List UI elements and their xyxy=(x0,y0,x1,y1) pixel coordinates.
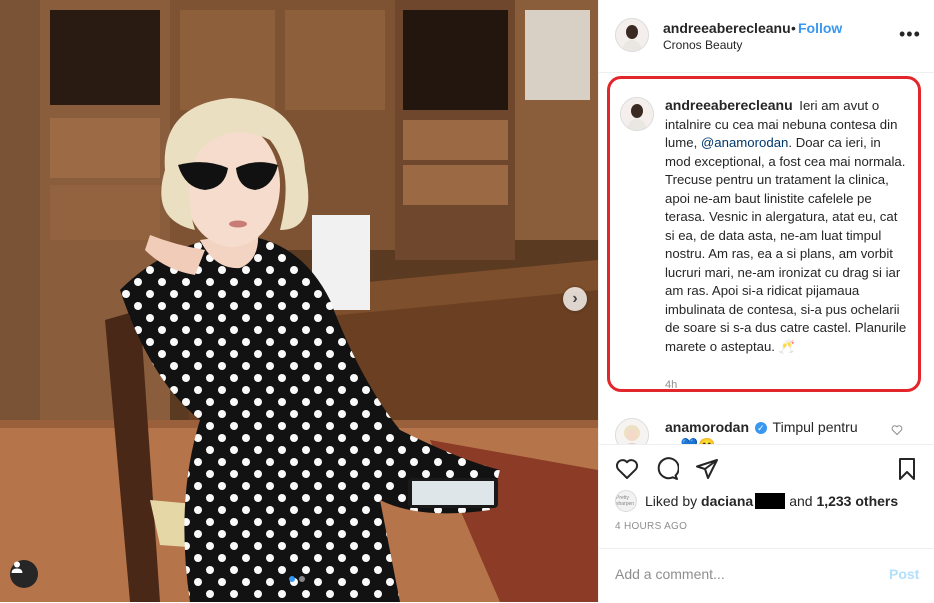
caption-mention-link[interactable]: @anamorodan xyxy=(701,135,788,150)
toast-emoji: 🥂 xyxy=(778,338,796,354)
comment-icon[interactable] xyxy=(655,457,679,481)
others-likes-link[interactable]: 1,233 others xyxy=(816,493,898,509)
add-comment-bar: Add a comment... Post xyxy=(599,548,934,603)
caption-text: andreeaberecleanu Ieri am avut o intalni… xyxy=(665,96,909,356)
share-icon[interactable] xyxy=(695,457,719,481)
post-photo[interactable]: › xyxy=(0,0,598,602)
comment-input[interactable]: Add a comment... xyxy=(615,566,865,582)
carousel-dot-2 xyxy=(299,576,305,582)
commenter-avatar-image xyxy=(616,419,648,444)
caption-body-end: . Doar ca ieri, in mod exceptional, a fo… xyxy=(665,135,907,354)
comment-item: anamorodan ✓ Timpul pentru ... 💙😊 xyxy=(599,410,934,444)
comment-text: anamorodan ✓ Timpul pentru xyxy=(665,419,891,435)
carousel-next-button[interactable]: › xyxy=(563,287,587,311)
author-avatar[interactable] xyxy=(615,18,649,52)
caption-author-avatar[interactable] xyxy=(620,97,654,131)
follow-separator: • xyxy=(791,20,796,36)
author-avatar-image xyxy=(616,19,648,51)
post-timestamp[interactable]: 4 HOURS AGO xyxy=(615,521,687,532)
follow-button[interactable]: Follow xyxy=(798,20,842,36)
more-options-icon[interactable]: ••• xyxy=(899,24,921,45)
location-link[interactable]: Cronos Beauty xyxy=(663,38,742,52)
verified-icon: ✓ xyxy=(754,422,767,435)
comment-overflow-line: ... 💙😊 xyxy=(665,437,715,444)
bookmark-icon[interactable] xyxy=(895,457,919,481)
first-liker-username[interactable]: daciana xyxy=(701,493,753,509)
author-username[interactable]: andreeaberecleanu xyxy=(663,20,791,36)
caption-highlight-box: andreeaberecleanu Ieri am avut o intalni… xyxy=(607,76,921,392)
chevron-right-icon: › xyxy=(572,290,578,307)
likes-summary: Pretty sharpen Liked by daciana and 1,23… xyxy=(615,490,898,512)
carousel-dot-1 xyxy=(289,576,295,582)
heart-icon[interactable] xyxy=(615,457,639,481)
comment-body: Timpul pentru xyxy=(772,419,858,435)
commenter-username[interactable]: anamorodan xyxy=(665,419,749,435)
redaction-block xyxy=(755,493,786,509)
likes-middle: and xyxy=(789,493,813,509)
post-header: andreeaberecleanu • Follow Cronos Beauty… xyxy=(599,0,934,73)
user-tag-icon xyxy=(11,561,23,573)
post-side-panel: andreeaberecleanu • Follow Cronos Beauty… xyxy=(598,0,934,602)
comment-like-heart-icon[interactable] xyxy=(891,424,903,436)
liker-avatar[interactable]: Pretty sharpen xyxy=(615,490,637,512)
caption-age[interactable]: 4h xyxy=(665,379,677,391)
caption-author-avatar-image xyxy=(621,98,653,130)
caption-author-username[interactable]: andreeaberecleanu xyxy=(665,97,793,113)
user-tags-button[interactable] xyxy=(10,560,38,588)
likes-prefix: Liked by xyxy=(645,493,698,509)
carousel-dots xyxy=(289,576,305,582)
commenter-avatar[interactable] xyxy=(615,418,649,444)
post-comment-button[interactable]: Post xyxy=(889,566,919,582)
liker-avatar-text: Pretty sharpen xyxy=(616,495,635,507)
photo-image xyxy=(0,0,598,602)
